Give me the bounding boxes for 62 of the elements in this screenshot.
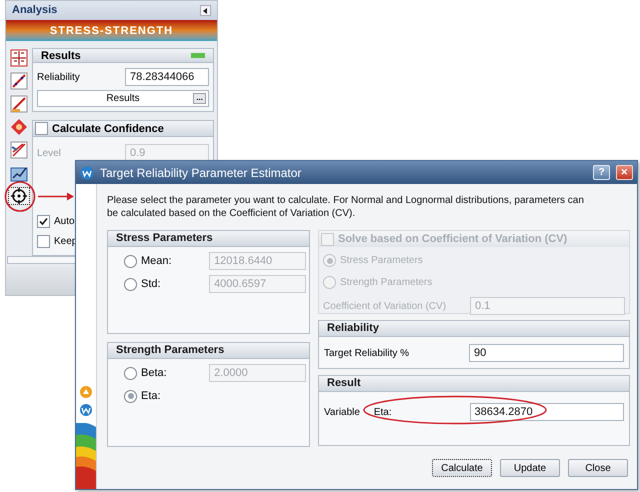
close-button[interactable]: ✕ <box>616 165 633 180</box>
instructions-text: Please select the parameter you want to calculate. For Normal and Lognormal distributions, parameters can be calculated based on the Coefficient of Variation (CV). <box>107 194 585 220</box>
option-label: Stress Parameters <box>340 254 423 268</box>
warning-icon <box>79 385 93 399</box>
radio-button[interactable] <box>124 254 137 268</box>
input-field[interactable]: 78.28344066 <box>125 68 209 86</box>
radio-button[interactable] <box>323 254 336 267</box>
target-reliability-label: Target Reliability % <box>324 346 410 360</box>
parameter-label: Beta: <box>141 366 168 381</box>
dialog-button[interactable]: Update <box>500 459 560 477</box>
parameters-icon <box>10 49 28 68</box>
parameter-label: Mean: <box>141 254 173 269</box>
reliability-label: Reliability <box>37 70 80 85</box>
pointer-arrow <box>38 192 74 201</box>
tool-button[interactable] <box>8 72 30 90</box>
group-title: Calculate Confidence <box>52 122 164 137</box>
app-icon <box>80 166 94 180</box>
group-title: Results <box>41 48 81 64</box>
line-plot-icon <box>10 95 28 114</box>
app-icon <box>79 403 93 417</box>
group-title: Stress Parameters <box>108 231 309 247</box>
group-title: Reliability <box>319 321 629 337</box>
option-label: Strength Parameters <box>340 276 432 290</box>
checkbox[interactable] <box>37 215 50 228</box>
radio-button[interactable] <box>124 366 137 380</box>
left-arrow-icon <box>203 8 208 14</box>
radio-button[interactable] <box>124 278 137 290</box>
check-icon <box>39 217 48 226</box>
window-title: Target Reliability Parameter Estimator <box>100 164 302 182</box>
dialog-button[interactable]: Calculate <box>432 459 492 477</box>
group-title: Result <box>319 376 629 392</box>
highlight-circle <box>4 180 36 213</box>
radio-button[interactable] <box>124 390 137 402</box>
input-field[interactable]: 90 <box>469 344 624 362</box>
color-band-drawing <box>76 423 96 489</box>
tool-button[interactable] <box>8 187 30 206</box>
cv-label: Coefficient of Variation (CV) <box>323 300 446 314</box>
checkbox[interactable] <box>321 232 334 246</box>
multi-line-plot-icon <box>10 141 28 160</box>
status-indicator <box>191 53 205 58</box>
line-plot-icon <box>10 72 28 90</box>
results-button[interactable]: Results ... <box>37 90 209 108</box>
parameter-label: Eta: <box>374 406 393 420</box>
diamond-icon <box>10 118 28 136</box>
more-button[interactable]: ... <box>193 93 206 104</box>
checkbox[interactable] <box>37 235 50 248</box>
group-title: Solve based on Coefficient of Variation (CV) <box>338 232 568 247</box>
option-label: Auto <box>54 215 75 230</box>
collapse-button[interactable] <box>200 5 211 16</box>
checkbox[interactable] <box>35 122 48 136</box>
tool-button[interactable] <box>8 49 30 68</box>
banner: STRESS-STRENGTH <box>6 20 217 42</box>
group-title: Strength Parameters <box>108 343 309 359</box>
panel-title: Analysis <box>12 3 58 18</box>
parameter-label: Std: <box>141 276 162 292</box>
radio-button[interactable] <box>323 276 336 289</box>
parameter-label: Eta: <box>141 388 162 404</box>
dialog-button[interactable]: Close <box>568 459 628 477</box>
variable-label: Variable <box>324 406 361 420</box>
input-field[interactable]: 38634.2870 <box>470 403 624 421</box>
target-icon <box>10 187 28 206</box>
level-label: Level <box>37 146 61 161</box>
